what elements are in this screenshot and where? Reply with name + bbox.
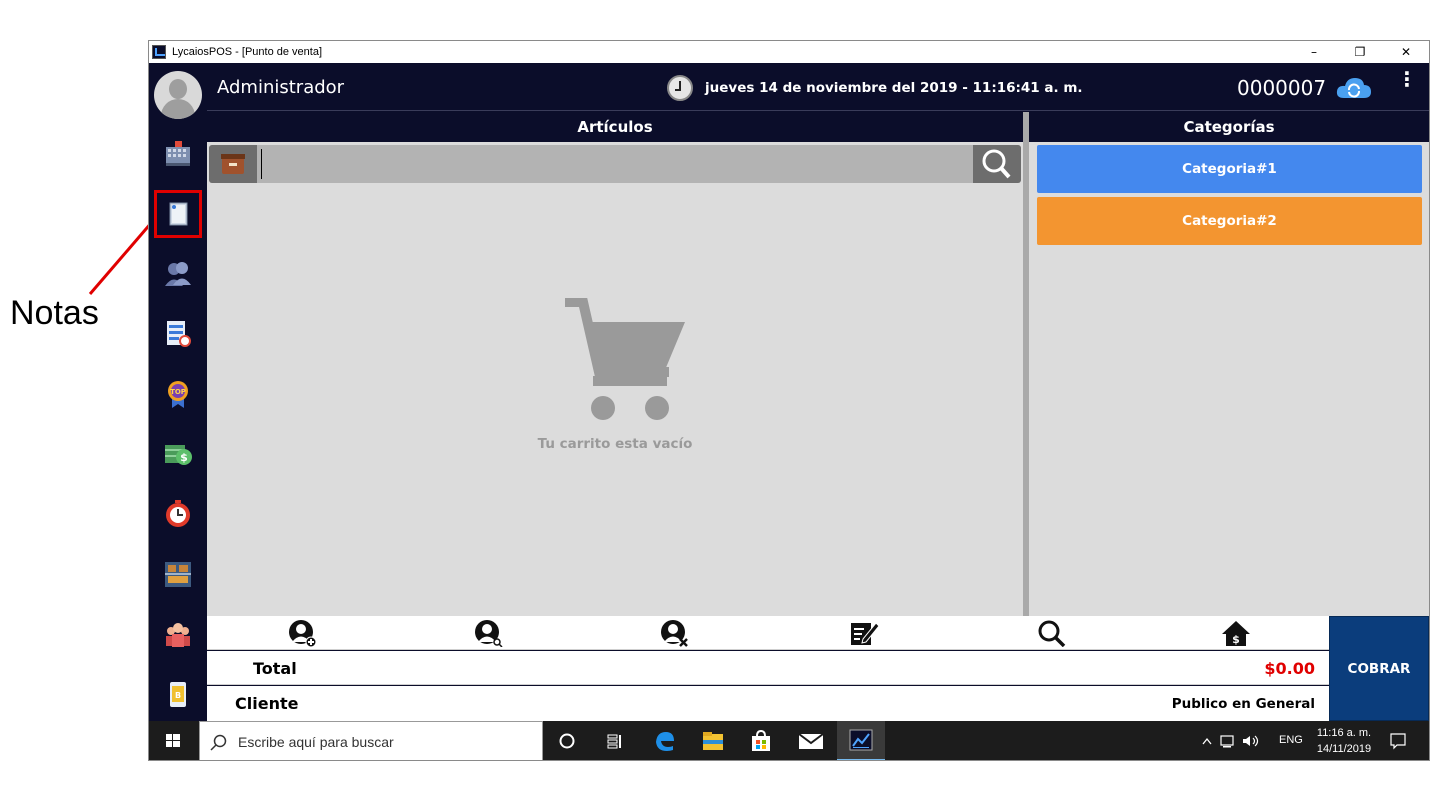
sales-icon bbox=[166, 141, 190, 166]
articles-panel: Tu carrito esta vacío bbox=[207, 142, 1023, 616]
sidebar-item-reports[interactable] bbox=[157, 313, 199, 355]
sidebar-item-mobile[interactable]: B bbox=[157, 673, 199, 715]
notes-icon bbox=[169, 202, 188, 226]
windows-start-icon[interactable] bbox=[149, 721, 197, 761]
sidebar: TOP $ B bbox=[149, 63, 207, 721]
total-row: Total $0.00 bbox=[207, 651, 1329, 685]
articles-title: Artículos bbox=[207, 112, 1023, 142]
app-window: LycaiosPOS - [Punto de venta] – ❐ ✕ TOP … bbox=[148, 40, 1430, 761]
category-button-2[interactable]: Categoria#2 bbox=[1037, 197, 1422, 245]
screenshot-stage: Notas LycaiosPOS - [Punto de venta] – ❐ … bbox=[0, 0, 1440, 800]
home-money-icon[interactable]: $ bbox=[1221, 619, 1251, 647]
article-search-input[interactable] bbox=[261, 149, 961, 179]
avatar[interactable] bbox=[154, 71, 202, 119]
windows-taskbar: Escribe aquí para buscar ENG 11:16 a. m.… bbox=[149, 721, 1429, 761]
sidebar-item-top[interactable]: TOP bbox=[157, 373, 199, 415]
taskbar-time: 11:16 a. m. bbox=[1316, 727, 1372, 739]
users-icon bbox=[166, 623, 190, 647]
inventory-icon bbox=[165, 562, 191, 587]
svg-text:$: $ bbox=[1232, 633, 1240, 646]
box-icon bbox=[221, 154, 245, 174]
sidebar-item-sales[interactable] bbox=[157, 133, 199, 175]
categories-panel: Categoria#1 Categoria#2 bbox=[1029, 142, 1429, 616]
user-name: Administrador bbox=[217, 77, 345, 98]
taskbar-date: 14/11/2019 bbox=[1316, 743, 1372, 755]
browse-products-button[interactable] bbox=[209, 145, 257, 183]
window-controls: – ❐ ✕ bbox=[1291, 41, 1429, 63]
clock-icon bbox=[667, 75, 693, 101]
system-tray-icons[interactable] bbox=[1199, 733, 1269, 749]
edge-icon bbox=[656, 732, 674, 751]
total-value: $0.00 bbox=[1264, 659, 1315, 678]
store-icon bbox=[752, 729, 770, 751]
cash-icon: $ bbox=[165, 445, 192, 465]
empty-cart-text: Tu carrito esta vacío bbox=[537, 436, 693, 452]
search-client-icon[interactable] bbox=[473, 619, 503, 647]
search-icon[interactable] bbox=[1037, 619, 1067, 647]
top-icon: TOP bbox=[168, 381, 188, 408]
sidebar-item-users[interactable] bbox=[157, 613, 199, 655]
article-search-bar bbox=[209, 145, 1021, 183]
client-label: Cliente bbox=[235, 694, 299, 713]
app-logo-icon bbox=[152, 45, 166, 59]
task-view-icon bbox=[607, 734, 621, 749]
article-search-button[interactable] bbox=[973, 145, 1021, 183]
sidebar-item-customers[interactable] bbox=[157, 253, 199, 295]
remove-client-icon[interactable] bbox=[659, 619, 689, 647]
client-action-bar: $ bbox=[207, 616, 1329, 650]
annotation-label: Notas bbox=[10, 294, 99, 332]
taskbar-search-placeholder: Escribe aquí para buscar bbox=[238, 734, 394, 750]
cortana-icon bbox=[559, 733, 575, 749]
search-icon bbox=[210, 734, 227, 751]
close-button[interactable]: ✕ bbox=[1383, 41, 1429, 63]
svg-text:$: $ bbox=[180, 451, 188, 464]
cobrar-button[interactable]: COBRAR bbox=[1329, 616, 1429, 721]
folder-icon bbox=[703, 732, 723, 750]
client-value: Publico en General bbox=[1171, 696, 1315, 712]
app-logo-icon bbox=[849, 729, 873, 751]
title-bar: LycaiosPOS - [Punto de venta] – ❐ ✕ bbox=[149, 41, 1429, 63]
reports-icon bbox=[167, 321, 191, 347]
svg-text:B: B bbox=[175, 691, 181, 700]
mail-icon bbox=[798, 733, 824, 749]
sidebar-item-notes[interactable] bbox=[154, 190, 202, 238]
edge-button[interactable] bbox=[641, 721, 689, 760]
category-button-1[interactable]: Categoria#1 bbox=[1037, 145, 1422, 193]
more-menu-icon[interactable]: ⋮ bbox=[1397, 69, 1417, 101]
input-language[interactable]: ENG bbox=[1279, 734, 1303, 746]
lycaiospos-taskbar-button[interactable] bbox=[837, 721, 885, 760]
client-row: Cliente Publico en General bbox=[207, 686, 1329, 721]
taskbar-search-box[interactable]: Escribe aquí para buscar bbox=[199, 721, 543, 760]
mail-button[interactable] bbox=[787, 721, 835, 760]
add-client-icon[interactable] bbox=[287, 619, 317, 647]
edit-note-icon[interactable] bbox=[849, 619, 879, 647]
categories-title: Categorías bbox=[1029, 112, 1429, 142]
window-title: LycaiosPOS - [Punto de venta] bbox=[172, 46, 323, 58]
store-button[interactable] bbox=[737, 721, 785, 760]
file-explorer-button[interactable] bbox=[689, 721, 737, 760]
task-view-button[interactable] bbox=[591, 721, 639, 760]
header: Administrador jueves 14 de noviembre del… bbox=[207, 63, 1429, 111]
sidebar-item-timer[interactable] bbox=[157, 493, 199, 535]
sidebar-item-inventory[interactable] bbox=[157, 553, 199, 595]
minimize-button[interactable]: – bbox=[1291, 41, 1337, 63]
svg-text:TOP: TOP bbox=[170, 388, 186, 396]
cortana-button[interactable] bbox=[543, 721, 591, 760]
ticket-number: 0000007 bbox=[1237, 76, 1327, 100]
restore-button[interactable]: ❐ bbox=[1337, 41, 1383, 63]
cloud-sync-icon[interactable] bbox=[1336, 77, 1372, 99]
empty-cart-icon bbox=[565, 298, 685, 420]
taskbar-clock[interactable]: 11:16 a. m. 14/11/2019 bbox=[1312, 725, 1376, 757]
sidebar-item-cash[interactable]: $ bbox=[157, 433, 199, 475]
mobile-icon: B bbox=[170, 682, 186, 707]
customers-icon bbox=[165, 262, 191, 286]
notifications-icon[interactable] bbox=[1389, 732, 1407, 750]
current-datetime: jueves 14 de noviembre del 2019 - 11:16:… bbox=[705, 80, 1083, 96]
total-label: Total bbox=[253, 659, 297, 678]
search-icon bbox=[982, 149, 1011, 179]
timer-icon bbox=[166, 500, 190, 527]
